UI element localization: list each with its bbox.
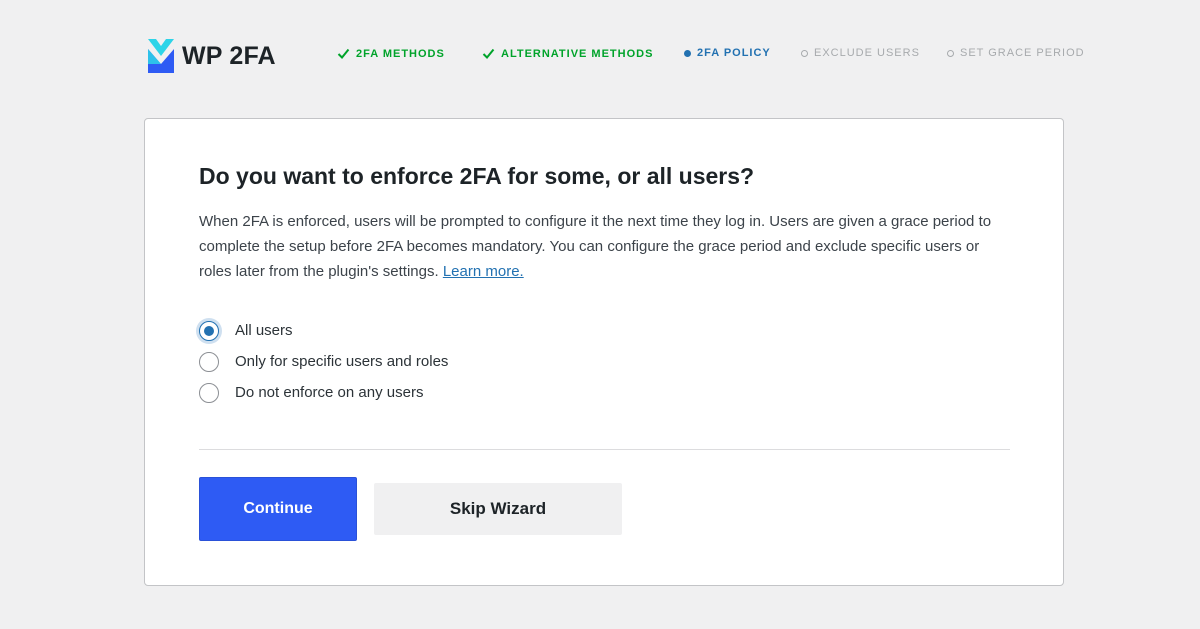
option-do-not-enforce[interactable]: Do not enforce on any users <box>199 377 699 408</box>
step-2fa-methods: 2FA METHODS <box>337 47 445 60</box>
card-title: Do you want to enforce 2FA for some, or … <box>199 163 755 189</box>
wp2fa-logo-icon <box>148 39 174 73</box>
radio-all-users[interactable] <box>199 320 219 341</box>
option-label: All users <box>235 322 293 339</box>
wizard-steps: 2FA METHODS ALTERNATIVE METHODS 2FA POLI… <box>337 47 1089 65</box>
step-label: 2FA METHODS <box>356 47 445 60</box>
learn-more-link[interactable]: Learn more. <box>443 263 524 280</box>
policy-card: Do you want to enforce 2FA for some, or … <box>144 118 1064 586</box>
checkmark-icon <box>482 48 495 59</box>
step-set-grace-period: SET GRACE PERIOD <box>947 47 1085 59</box>
current-step-dot-icon <box>684 49 691 57</box>
pending-step-dot-icon <box>947 49 954 57</box>
card-description: When 2FA is enforced, users will be prom… <box>199 209 1011 284</box>
option-all-users[interactable]: All users <box>199 315 699 346</box>
step-label: SET GRACE PERIOD <box>960 47 1085 59</box>
step-2fa-policy: 2FA POLICY <box>684 47 771 59</box>
option-label: Do not enforce on any users <box>235 384 424 401</box>
continue-button[interactable]: Continue <box>199 477 357 541</box>
logo: WP 2FA <box>148 38 276 74</box>
option-label: Only for specific users and roles <box>235 353 449 370</box>
radio-specific-users[interactable] <box>199 351 219 372</box>
pending-step-dot-icon <box>801 49 808 57</box>
step-label: 2FA POLICY <box>697 47 771 59</box>
option-specific-users[interactable]: Only for specific users and roles <box>199 346 699 377</box>
logo-text: WP 2FA <box>182 41 276 70</box>
description-text: When 2FA is enforced, users will be prom… <box>199 213 992 280</box>
enforcement-options: All users Only for specific users and ro… <box>199 315 699 408</box>
step-label: ALTERNATIVE METHODS <box>501 47 654 60</box>
radio-do-not-enforce[interactable] <box>199 382 219 403</box>
skip-wizard-button[interactable]: Skip Wizard <box>374 483 622 535</box>
divider <box>199 449 1010 450</box>
wizard-header: WP 2FA 2FA METHODS ALTERNATIVE METHODS 2… <box>148 38 1088 74</box>
checkmark-icon <box>337 48 350 59</box>
step-exclude-users: EXCLUDE USERS <box>801 47 920 59</box>
step-alternative-methods: ALTERNATIVE METHODS <box>482 47 653 60</box>
step-label: EXCLUDE USERS <box>814 47 920 59</box>
